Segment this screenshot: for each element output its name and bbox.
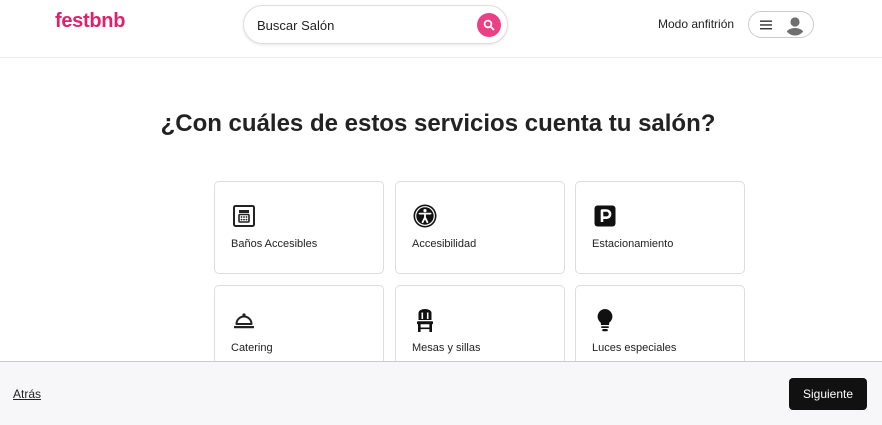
festbnb-logo[interactable]: festbnb: [55, 10, 125, 33]
host-mode-link[interactable]: Modo anfitrión: [658, 17, 734, 31]
service-card-banos-accesibles[interactable]: Baños Accesibles: [214, 181, 384, 274]
service-label: Accesibilidad: [412, 238, 477, 250]
search-bar[interactable]: [243, 5, 508, 44]
catering-bell-icon: [234, 313, 254, 329]
lightbulb-icon: [597, 309, 613, 332]
accessibility-icon: [413, 204, 437, 228]
next-button[interactable]: Siguiente: [789, 378, 867, 410]
service-card-estacionamiento[interactable]: Estacionamiento: [575, 181, 745, 274]
service-label: Catering: [231, 342, 273, 354]
service-card-accesibilidad[interactable]: Accesibilidad: [395, 181, 565, 274]
search-icon: [483, 19, 495, 31]
chair-icon: [417, 309, 433, 332]
footer-bar: Atrás Siguiente: [0, 361, 882, 425]
user-menu-button[interactable]: [748, 11, 814, 38]
user-avatar-icon: [784, 14, 806, 36]
search-button[interactable]: [477, 13, 501, 37]
back-link[interactable]: Atrás: [13, 387, 41, 401]
accessible-restroom-icon: [233, 205, 255, 227]
hamburger-menu-icon: [760, 20, 772, 30]
service-label: Luces especiales: [592, 342, 677, 354]
search-input[interactable]: [257, 16, 467, 34]
service-label: Baños Accesibles: [231, 238, 318, 250]
page-title: ¿Con cuáles de estos servicios cuenta tu…: [160, 110, 716, 137]
parking-icon: [594, 205, 616, 227]
service-label: Mesas y sillas: [412, 342, 481, 354]
service-label: Estacionamiento: [592, 238, 674, 250]
top-navbar: festbnb Modo anfitrión: [0, 0, 882, 58]
